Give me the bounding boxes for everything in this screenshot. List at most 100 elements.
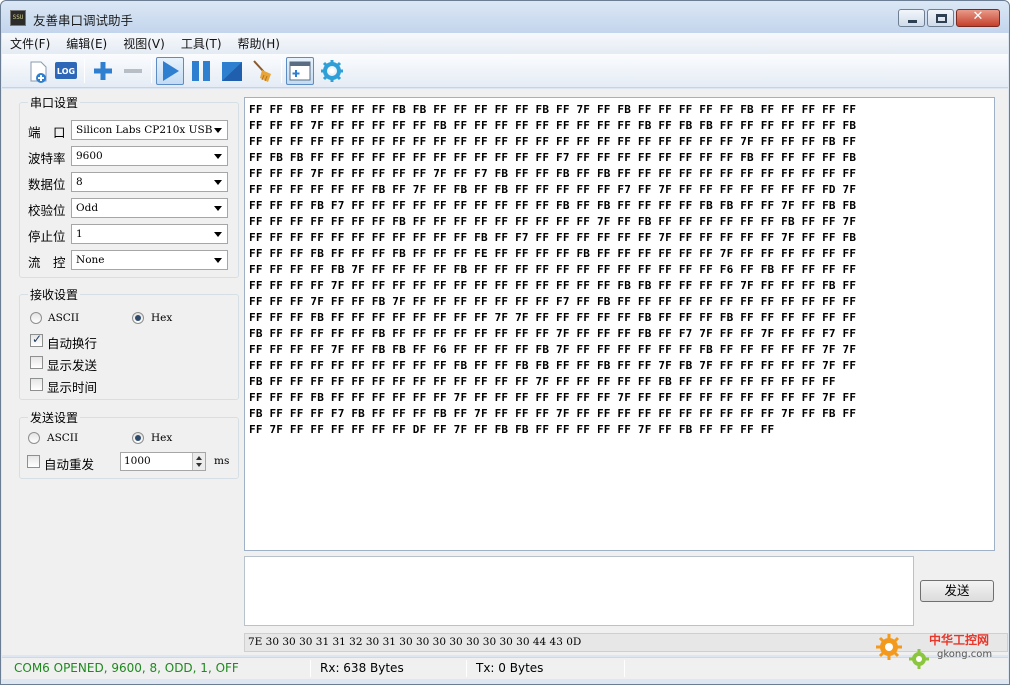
resend-interval-input[interactable]: 1000 [120,452,206,471]
rx-line: FF FF FF FB F7 FF FF FF FF FF FF FF FF F… [249,199,857,212]
chevron-down-icon [214,206,222,211]
play-button[interactable] [156,57,184,85]
toolbar: LOG [2,54,1008,88]
close-icon: ✕ [972,9,984,24]
pause-icon [192,61,210,81]
auto-resend-checkbox[interactable] [27,455,40,468]
serial-settings-title: 串口设置 [28,94,81,111]
show-time-checkbox[interactable] [30,378,43,391]
send-settings-group: 发送设置 ASCII Hex 自动重发 1000 ms [19,409,239,479]
add-icon [94,62,112,80]
rx-line: FF FF FF FF 7F FF FB FB FF F6 FF FF FF F… [249,343,857,356]
chevron-down-icon [214,180,222,185]
log-icon: LOG [55,62,77,79]
rx-line: FB FF FF FF F7 FB FF FF FF FB FF 7F FF F… [249,407,857,420]
parity-select[interactable]: Odd [71,198,228,218]
port-select[interactable]: Silicon Labs CP210x USB to UART Bridge [71,120,228,140]
auto-resend-label: 自动重发 [44,457,95,472]
status-bar: COM6 OPENED, 9600, 8, ODD, 1, OFF Rx: 63… [2,657,1008,679]
rx-line: FF FF FB FF FF FF FF FB FB FF FF FF FF F… [249,103,857,116]
menu-bar: 文件(F) 编辑(E) 视图(V) 工具(T) 帮助(H) [2,33,1008,54]
rx-line: FF FF FF FF FF FF FF FF FF FF FF FF FF F… [249,135,857,148]
stop-bits-label: 停止位 [28,229,66,244]
rx-line: FB FF FF FF FF FF FB FF FF FF FF FF FF F… [249,327,857,340]
watermark-title: 中华工控网 [929,633,990,647]
window-title: 友善串口调试助手 [33,13,134,28]
settings-gear-icon [321,60,343,82]
rx-line: FF FF FF FF FF FF FF FF FF FF FF FB FF F… [249,231,857,244]
parity-label: 校验位 [28,203,66,218]
show-time-label: 显示时间 [47,380,98,395]
send-hex-radio[interactable] [132,432,144,444]
rx-line: FF FF FF FF FF FF FF FB FF FF FF FF FF F… [249,215,857,228]
clear-button[interactable] [249,57,277,85]
log-button[interactable]: LOG [52,57,80,85]
rx-line: FF FF FF FF 7F FF FF FF FF FF FF FF FF F… [249,279,857,292]
send-text-area[interactable] [244,556,914,626]
stop-icon [222,62,242,81]
rx-line: FF FF FF FB FF FF FF FB FF FF FF FE FF F… [249,247,857,260]
rx-line: FF FF FF 7F FF FF FB 7F FF FF FF FF FF F… [249,295,857,308]
receive-hex-radio[interactable] [132,312,144,324]
add-button[interactable] [89,57,117,85]
remove-icon [124,69,142,73]
remove-button[interactable] [119,57,147,85]
rx-line: FF FF FF FB FF FF FF FF FF FF 7F FF FF F… [249,391,857,404]
receive-ascii-label: ASCII [48,312,80,324]
menu-help[interactable]: 帮助(H) [238,35,280,52]
chevron-down-icon [214,128,222,133]
baud-rate-label: 波特率 [28,151,66,166]
serial-settings-group: 串口设置 端 口 Silicon Labs CP210x USB to UART… [19,94,239,278]
stepper-up-icon[interactable] [196,456,202,460]
auto-wrap-checkbox[interactable] [30,332,43,347]
receive-text-area[interactable]: FF FF FB FF FF FF FF FB FB FF FF FF FF F… [244,97,995,551]
watermark-url: gkong.com [937,649,993,660]
receive-settings-title: 接收设置 [28,286,81,303]
stepper-down-icon[interactable] [196,463,202,467]
clear-broom-icon [253,60,271,82]
baud-rate-select[interactable]: 9600 [71,146,228,166]
tx-count: Tx: 0 Bytes [476,661,544,675]
interval-unit: ms [214,455,230,467]
port-status: COM6 OPENED, 9600, 8, ODD, 1, OFF [14,661,239,675]
menu-file[interactable]: 文件(F) [10,35,50,52]
receive-hex-label: Hex [151,312,173,324]
send-ascii-label: ASCII [47,432,79,444]
interval-stepper[interactable] [192,453,205,470]
pause-button[interactable] [187,57,215,85]
flow-control-select[interactable]: None [71,250,228,270]
menu-view[interactable]: 视图(V) [123,35,165,52]
layout-button[interactable] [286,57,314,85]
watermark-logo: 中华工控网 gkong.com [873,625,1003,673]
data-bits-label: 数据位 [28,177,66,192]
menu-edit[interactable]: 编辑(E) [66,35,107,52]
receive-ascii-radio[interactable] [30,312,42,324]
data-bits-select[interactable]: 8 [71,172,228,192]
stop-button[interactable] [218,57,246,85]
rx-line: FF FF FF FF FF FF FB FF 7F FF FB FF FB F… [249,183,857,196]
stop-bits-select[interactable]: 1 [71,224,228,244]
minimize-button[interactable] [898,9,925,27]
status-divider [466,660,467,677]
receive-settings-group: 接收设置 ASCII Hex 自动换行 显示发送 显示时间 [19,286,239,400]
play-icon [163,61,179,81]
send-ascii-radio[interactable] [28,432,40,444]
rx-line: FF FF FF FB FF FF FF FF FF FF FF FF 7F 7… [249,311,857,324]
menu-tools[interactable]: 工具(T) [181,35,222,52]
rx-line: FB FF FF FF FF FF FF FF FF FF FF FF FF F… [249,375,836,388]
send-button[interactable]: 发送 [920,580,994,602]
maximize-button[interactable] [927,9,954,27]
new-file-icon [30,61,47,83]
status-divider [310,660,311,677]
toolbar-separator [84,59,85,83]
rx-line: FF 7F FF FF FF FF FF FF DF FF 7F FF FB F… [249,423,775,436]
close-button[interactable]: ✕ [956,9,1000,27]
settings-button[interactable] [318,57,346,85]
show-send-label: 显示发送 [47,358,98,373]
show-send-checkbox[interactable] [30,356,43,369]
svg-text:LOG: LOG [57,67,75,76]
new-file-button[interactable] [24,57,52,85]
send-hex-label: Hex [151,432,173,444]
rx-line: FF FF FF FF FB 7F FF FF FF FF FB FF FF F… [249,263,857,276]
title-bar[interactable]: SSU 友善串口调试助手 ✕ [1,1,1009,33]
